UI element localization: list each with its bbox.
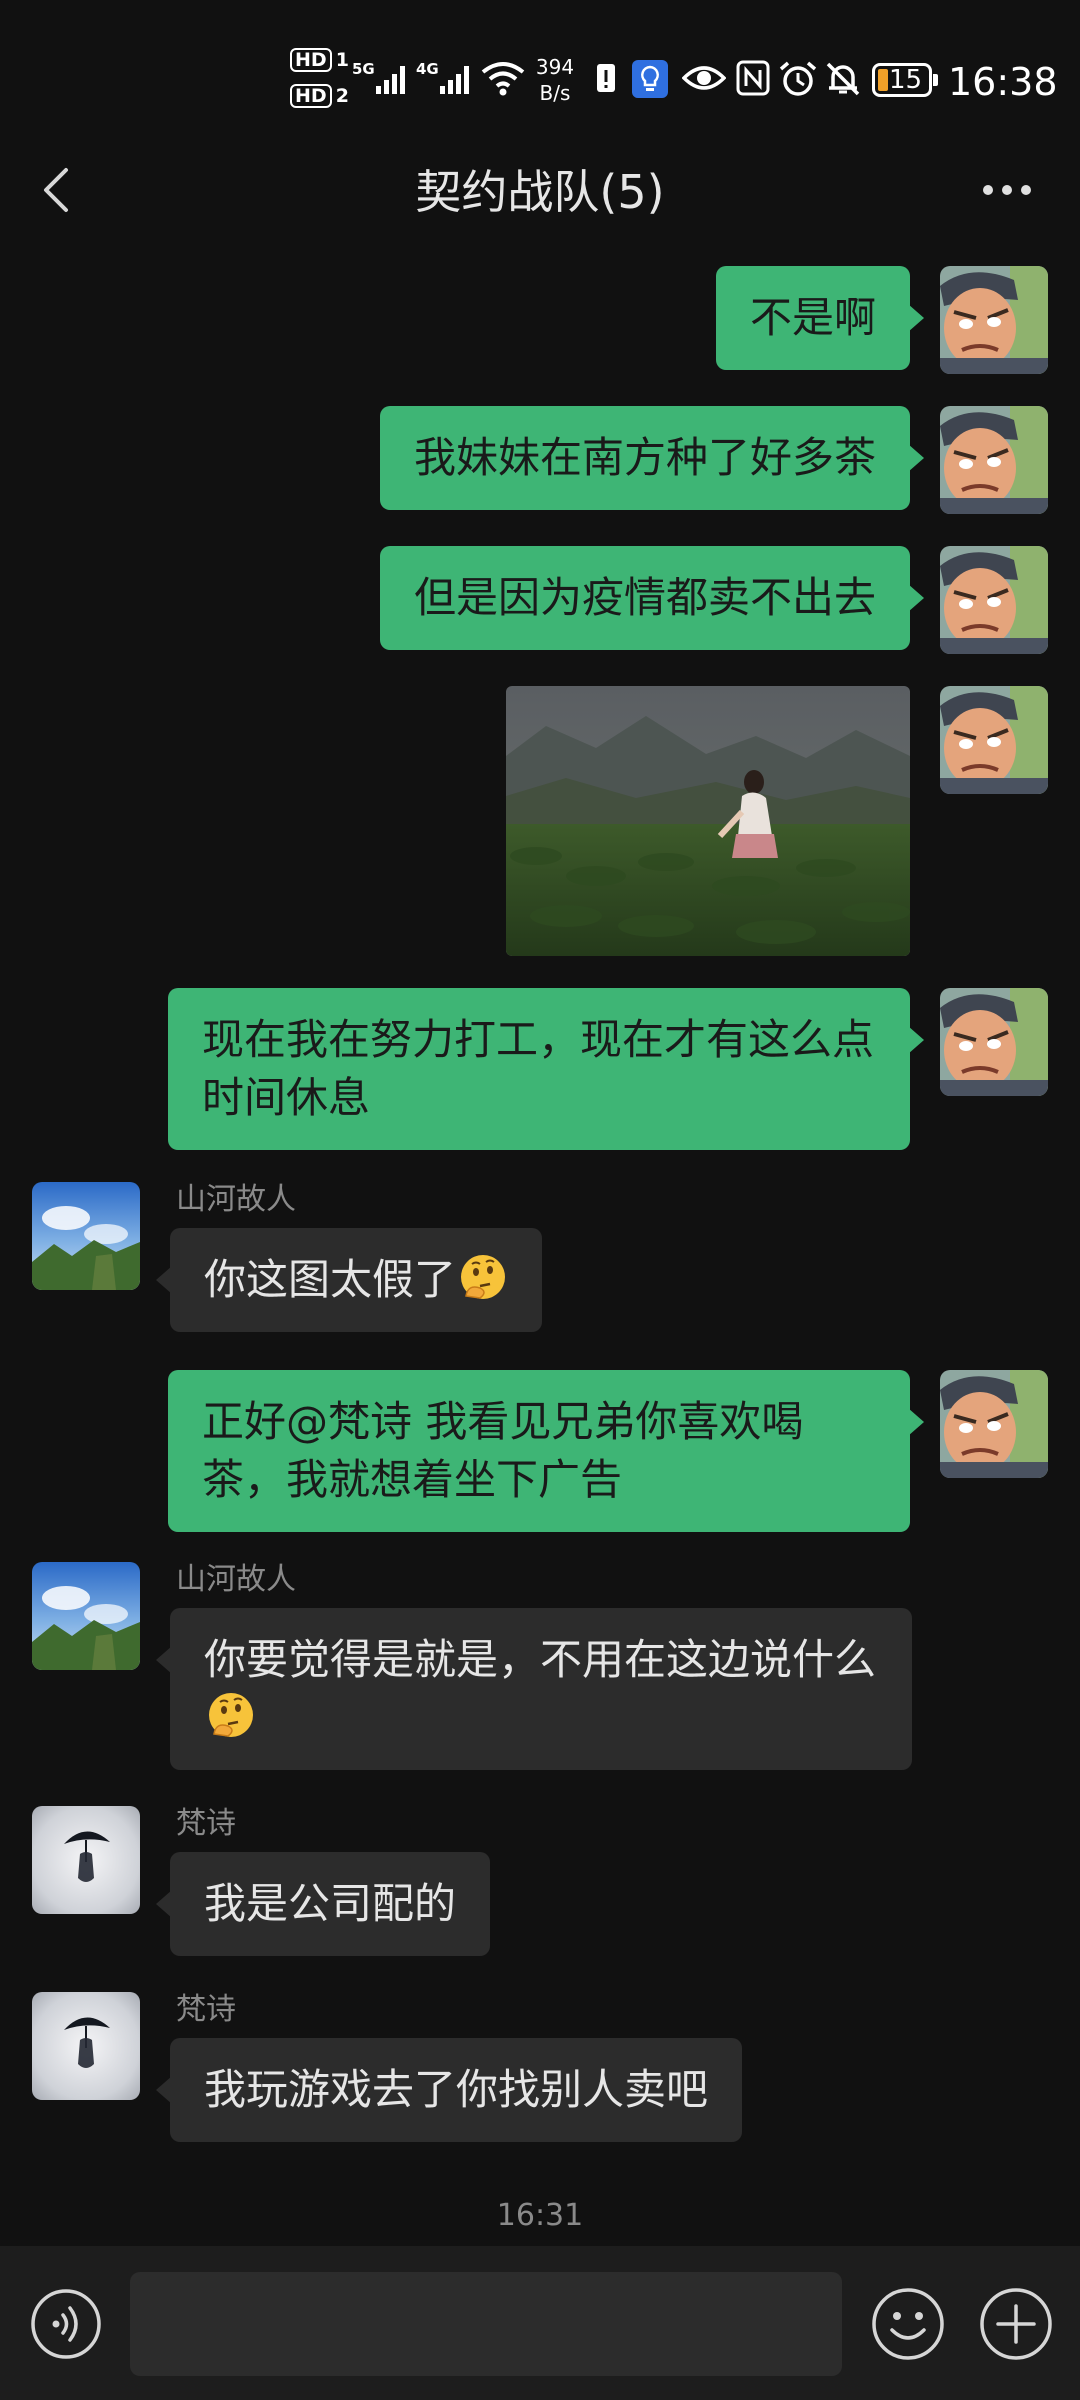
alarm-icon [778, 60, 818, 102]
message-text: 你要觉得是就是，不用在这边说什么 [204, 1635, 877, 1684]
cartoon-man-avatar-icon [940, 406, 1048, 514]
message-text: 我是公司配的 [204, 1879, 457, 1928]
message-text: 你这图太假了 [204, 1255, 457, 1304]
message-list[interactable]: 不是啊 我妹妹在南方种了好多茶 但是因为疫情都卖不出去 现在我在努力打工，现在才… [0, 240, 1080, 2236]
cartoon-man-avatar-icon [940, 266, 1048, 374]
contact-message-bubble[interactable]: 我玩游戏去了你找别人卖吧 [155, 2038, 743, 2142]
my-message-bubble[interactable]: 但是因为疫情都卖不出去 [379, 546, 925, 650]
tea-field-photo[interactable] [506, 686, 910, 956]
message-row: 正好@梵诗 我看见兄弟你喜欢喝茶，我就想着坐下广告 [0, 1370, 1080, 1532]
cartoon-man-avatar-icon [940, 1370, 1048, 1478]
message-text: 不是啊 [749, 293, 876, 342]
contact-message-bubble[interactable]: 你要觉得是就是，不用在这边说什么 [156, 1608, 912, 1770]
network-speed: 394 B/s [535, 55, 575, 105]
battery-icon: 15 [872, 63, 938, 97]
message-timestamp: 16:31 [496, 2198, 584, 2233]
status-bar: HD 1 HD 2 5G 4G 394 B/s 15 16:38 [0, 0, 1080, 140]
eye-icon [681, 60, 727, 100]
clock: 16:38 [948, 60, 1058, 104]
umbrella-figure-avatar-icon [32, 1806, 140, 1914]
contact-message-bubble[interactable]: 你这图太假了 [155, 1228, 543, 1332]
cartoon-man-avatar-icon [940, 988, 1048, 1096]
more-options-button[interactable] [972, 170, 1042, 210]
sender-name: 梵诗 [176, 1992, 236, 2027]
hd-sim2-indicator: HD 2 [290, 84, 349, 108]
contact-message-bubble[interactable]: 我是公司配的 [155, 1852, 491, 1956]
contact-avatar[interactable] [32, 1182, 140, 1290]
chat-header: 契约战队(5) [0, 140, 1080, 240]
thinking-face-icon [209, 1693, 253, 1737]
sender-name: 山河故人 [176, 1562, 296, 1597]
my-message-bubble[interactable]: 正好@梵诗 我看见兄弟你喜欢喝茶，我就想着坐下广告 [168, 1370, 924, 1532]
smiley-icon [872, 2288, 944, 2360]
contact-avatar[interactable] [32, 1562, 140, 1670]
message-text: 正好@梵诗 我看见兄弟你喜欢喝茶，我就想着坐下广告 [202, 1397, 804, 1504]
contact-avatar[interactable] [32, 1992, 140, 2100]
cartoon-man-avatar-icon [940, 686, 1048, 794]
voice-input-button[interactable] [30, 2288, 102, 2360]
message-row: 山河故人 你这图太假了 [0, 1182, 1080, 1342]
cartoon-man-avatar-icon [940, 546, 1048, 654]
message-row: 梵诗 我玩游戏去了你找别人卖吧 [0, 1992, 1080, 2148]
thinking-face-icon [461, 1255, 506, 1299]
my-avatar[interactable] [940, 1370, 1048, 1478]
landscape-avatar-icon [32, 1182, 140, 1290]
my-avatar[interactable] [940, 686, 1048, 794]
battery-level: 15 [889, 65, 923, 95]
emoji-button[interactable] [870, 2286, 946, 2362]
my-message-bubble[interactable]: 不是啊 [715, 266, 925, 370]
hd-sim1-indicator: HD 1 [290, 48, 349, 72]
message-row: 我妹妹在南方种了好多茶 [0, 406, 1080, 514]
wifi-icon [480, 60, 526, 104]
message-text: 现在我在努力打工，现在才有这么点时间休息 [202, 1015, 875, 1122]
message-text: 但是因为疫情都卖不出去 [413, 573, 876, 622]
input-bar [0, 2246, 1080, 2400]
contact-avatar[interactable] [32, 1806, 140, 1914]
chat-screen: HD 1 HD 2 5G 4G 394 B/s 15 16:38 契约战队(5)… [0, 0, 1080, 2400]
message-row: 山河故人 你要觉得是就是，不用在这边说什么 [0, 1562, 1080, 1776]
plus-circle-icon [980, 2288, 1052, 2360]
landscape-avatar-icon [32, 1562, 140, 1670]
sender-name: 梵诗 [176, 1806, 236, 1841]
message-row: 但是因为疫情都卖不出去 [0, 546, 1080, 654]
message-text: 我玩游戏去了你找别人卖吧 [204, 2065, 709, 2114]
sim-card-alert-icon [596, 60, 616, 100]
message-row: 现在我在努力打工，现在才有这么点时间休息 [0, 988, 1080, 1150]
mute-bell-icon [824, 60, 862, 102]
my-message-bubble[interactable]: 我妹妹在南方种了好多茶 [379, 406, 925, 510]
message-row [0, 686, 1080, 956]
lightbulb-icon [632, 60, 668, 102]
more-dots-icon [983, 185, 1031, 195]
my-avatar[interactable] [940, 988, 1048, 1096]
sender-name: 山河故人 [176, 1182, 296, 1217]
umbrella-figure-avatar-icon [32, 1992, 140, 2100]
chat-title: 契约战队(5) [415, 165, 665, 219]
nfc-icon [736, 60, 770, 100]
my-message-bubble[interactable]: 现在我在努力打工，现在才有这么点时间休息 [168, 988, 924, 1150]
my-avatar[interactable] [940, 406, 1048, 514]
voice-icon [31, 2289, 101, 2359]
more-functions-button[interactable] [978, 2286, 1054, 2362]
message-input[interactable] [130, 2272, 842, 2376]
message-row: 梵诗 我是公司配的 [0, 1806, 1080, 1962]
my-avatar[interactable] [940, 266, 1048, 374]
my-avatar[interactable] [940, 546, 1048, 654]
message-row: 不是啊 [0, 266, 1080, 374]
message-text: 我妹妹在南方种了好多茶 [413, 433, 876, 482]
